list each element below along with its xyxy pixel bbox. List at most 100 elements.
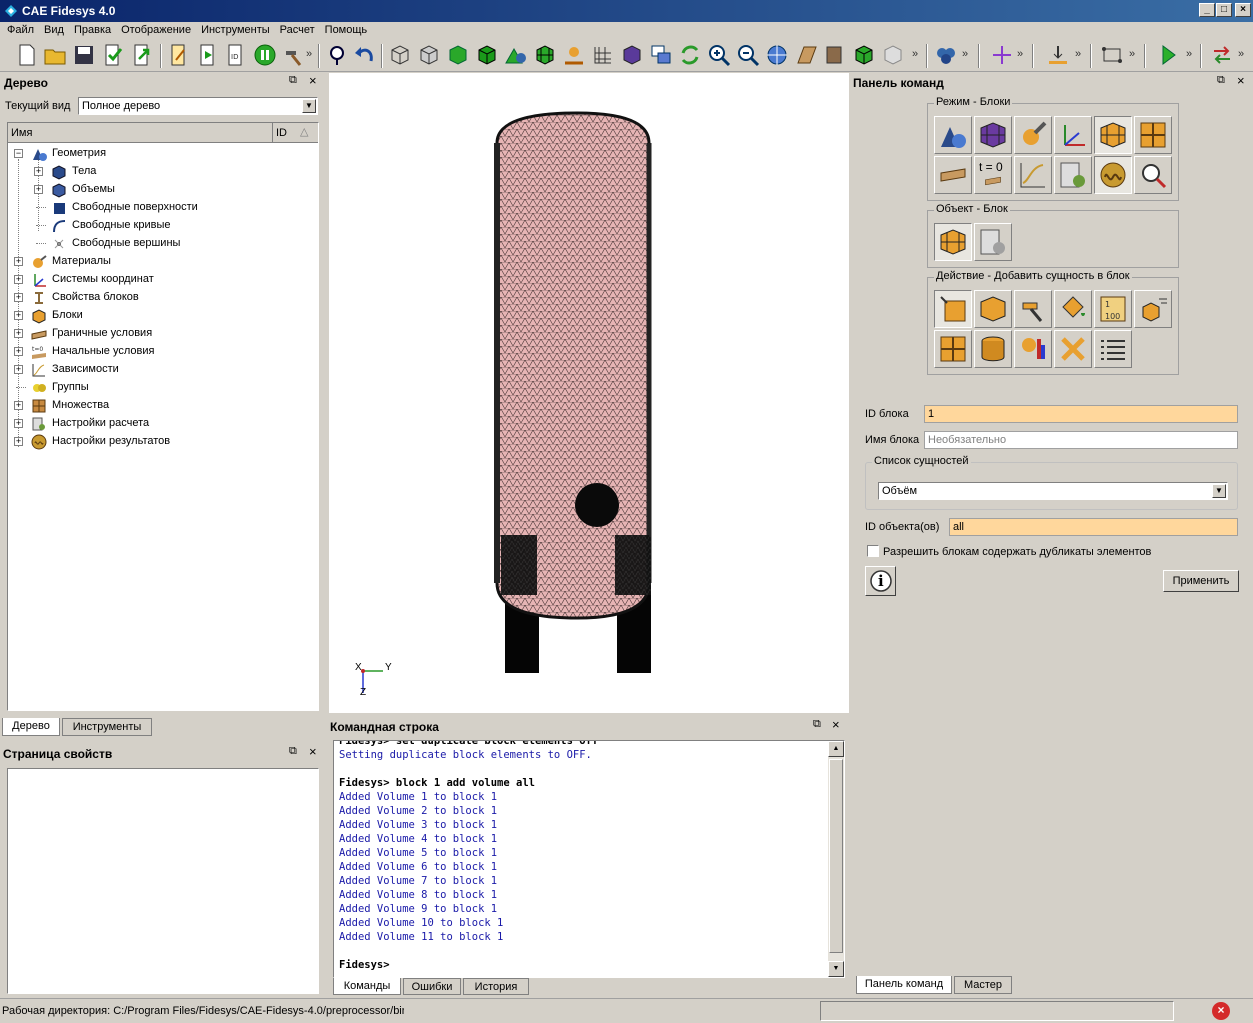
journal-icon[interactable] [167,43,191,67]
scroll-down-icon[interactable]: ▼ [828,961,844,977]
command-panel-close-button[interactable]: × [1237,73,1245,88]
tab-command-panel[interactable]: Панель команд [856,976,952,994]
wireframe-view-icon[interactable] [388,43,412,67]
tree-item[interactable]: + Свойства блоков [8,289,308,307]
list-block-button[interactable] [1134,290,1172,328]
shaded-edges-view-icon[interactable] [475,43,499,67]
tree-item[interactable]: − Геометрия [8,145,308,163]
tab-tree[interactable]: Дерево [2,718,60,736]
chevron-down-icon[interactable]: ▼ [1212,484,1226,498]
shaded-view-icon[interactable] [446,43,470,67]
menu-view[interactable]: Вид [39,22,69,36]
calc-settings-mode-button[interactable] [1054,156,1092,194]
load-icon[interactable] [1046,43,1070,67]
open-folder-icon[interactable] [43,43,67,67]
tree-item[interactable]: Свободные кривые [8,217,308,235]
tree-col-name[interactable]: Имя [11,127,32,139]
command-line-close-button[interactable]: × [832,717,840,732]
toolbar-overflow-5[interactable]: » [1075,48,1081,60]
tab-tools[interactable]: Инструменты [62,718,152,736]
menu-calculation[interactable]: Расчет [275,22,320,36]
maximize-button[interactable]: □ [1216,3,1232,17]
geometry-mode-button[interactable] [934,116,972,154]
tree-item[interactable]: + Тела [8,163,308,181]
expand-icon[interactable]: + [14,257,23,266]
delete-block-button[interactable] [1054,330,1092,368]
scroll-thumb[interactable] [829,759,843,953]
new-file-icon[interactable] [15,43,39,67]
cube-purple-icon[interactable] [620,43,644,67]
tab-errors[interactable]: Ошибки [403,978,461,995]
geometry-mesh-icon[interactable] [504,43,528,67]
nodes-view-icon[interactable] [562,43,586,67]
grid-icon[interactable] [591,43,615,67]
toolbar-overflow-1[interactable]: » [306,48,312,60]
tree-item[interactable]: + Системы координат [8,271,308,289]
fit-view-icon[interactable] [765,43,789,67]
fill-block-button[interactable] [1054,290,1092,328]
renumber-block-button[interactable]: 1 100 [1094,290,1132,328]
3d-viewport[interactable]: X Y Z [329,73,849,713]
run-calculation-icon[interactable] [1156,43,1180,67]
tree-col-id[interactable]: ID [276,127,287,139]
apply-button[interactable]: Применить [1163,570,1239,592]
id-icon[interactable]: ID [224,43,248,67]
tree-item[interactable]: Группы [8,379,308,397]
run-script-icon[interactable] [196,43,220,67]
dependencies-mode-button[interactable] [1014,156,1052,194]
tree-item[interactable]: + t=0 Начальные условия [8,343,308,361]
collapse-icon[interactable]: − [14,149,23,158]
hidden-line-view-icon[interactable] [417,43,441,67]
chevron-down-icon[interactable]: ▼ [302,99,316,113]
hammer-icon[interactable] [282,43,306,67]
cluster-icon[interactable] [934,43,958,67]
tree-item[interactable]: + Множества [8,397,308,415]
expand-icon[interactable]: + [14,365,23,374]
undo-icon[interactable] [353,43,377,67]
menu-help[interactable]: Помощь [320,22,373,36]
axis-swap-icon[interactable] [1210,43,1234,67]
green-box-icon[interactable] [852,43,876,67]
tree-item[interactable]: + Настройки расчета [8,415,308,433]
tab-commands[interactable]: Команды [333,978,401,995]
transparent-box-icon[interactable] [881,43,905,67]
expand-icon[interactable]: + [14,437,23,446]
materials-mode-button[interactable] [1014,116,1052,154]
minimize-button[interactable]: _ [1199,3,1215,17]
menu-tools[interactable]: Инструменты [196,22,275,36]
block-name-field[interactable]: Необязательно [924,431,1238,449]
tree-view[interactable]: Имя ID △ − Геометрия + Тела + Объемы Свободные… [7,122,319,711]
tree-item[interactable]: + Зависимости [8,361,308,379]
console-scrollbar[interactable]: ▲ ▼ [828,741,844,977]
modify-block-button[interactable] [1014,290,1052,328]
crosshair-icon[interactable] [990,43,1014,67]
tree-item[interactable]: Свободные вершины [8,235,308,253]
tab-history[interactable]: История [463,978,529,995]
properties-undock-button[interactable]: ⧉ [289,745,297,758]
cylinder-block-button[interactable] [974,330,1012,368]
perspective-icon[interactable] [794,43,818,67]
tree-item[interactable]: + Блоки [8,307,308,325]
window-title-bar[interactable]: CAE Fidesys 4.0 _ □ × [0,0,1253,22]
add-entity-button[interactable] [934,290,972,328]
toolbar-overflow-2[interactable]: » [912,48,918,60]
properties-close-button[interactable]: × [309,744,317,759]
expand-icon[interactable]: + [14,401,23,410]
expand-icon[interactable]: + [34,185,43,194]
tab-wizard[interactable]: Мастер [954,976,1012,994]
expand-icon[interactable]: + [14,419,23,428]
import-icon[interactable] [101,43,125,67]
expand-icon[interactable]: + [14,293,23,302]
pause-icon[interactable] [253,43,277,67]
allow-duplicates-checkbox[interactable] [867,545,879,557]
properties-area[interactable] [7,768,319,994]
block-cube-button[interactable] [974,290,1012,328]
command-panel-undock-button[interactable]: ⧉ [1217,74,1225,87]
sets-mode-button[interactable] [1134,116,1172,154]
menu-edit[interactable]: Правка [69,22,116,36]
windows-icon[interactable] [649,43,673,67]
tree-item[interactable]: + Настройки результатов [8,433,308,451]
menu-display[interactable]: Отображение [116,22,196,36]
mesh-mode-button[interactable] [974,116,1012,154]
info-button[interactable]: i [865,566,896,596]
